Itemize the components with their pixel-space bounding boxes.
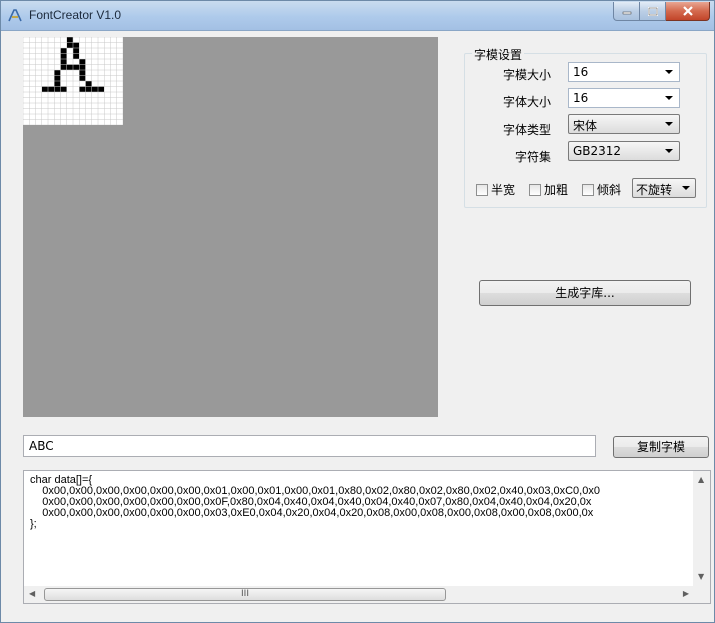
font-matrix-size-value: 16: [573, 65, 589, 79]
charset-label: 字符集: [514, 150, 551, 164]
title-bar[interactable]: FontCreator V1.0: [1, 1, 714, 31]
glyph-pixel: [54, 86, 61, 92]
code-line: 0x00,0x00,0x00,0x00,0x00,0x00,0x03,0xE0,…: [30, 507, 594, 519]
charset-select[interactable]: GB2312: [568, 141, 680, 161]
glyph-pixel: [60, 86, 67, 92]
checkbox-box[interactable]: [529, 183, 541, 196]
scrollbar-corner: [693, 586, 710, 603]
chevron-down-icon: [665, 96, 673, 100]
glyph-pixel: [73, 64, 80, 70]
checkbox-box[interactable]: [582, 183, 594, 196]
minimize-button[interactable]: [613, 2, 640, 21]
glyph-pixel: [79, 70, 86, 76]
chevron-down-icon: [665, 149, 673, 153]
app-logo-icon: [7, 7, 23, 23]
glyph-pixel: [48, 86, 55, 92]
half-width-label: 半宽: [491, 183, 516, 197]
italic-label: 倾斜: [597, 183, 622, 197]
glyph-pixel: [73, 48, 80, 54]
font-type-value: 宋体: [573, 119, 598, 133]
glyph-pixel-grid: [23, 37, 123, 125]
glyph-pixel: [54, 75, 61, 81]
scroll-up-icon[interactable]: ▲: [698, 475, 704, 484]
glyph-pixel: [73, 42, 80, 48]
vertical-scrollbar[interactable]: ▲ ▼: [693, 471, 710, 587]
font-size-select[interactable]: 16: [568, 88, 680, 108]
glyph-pixel: [66, 64, 73, 70]
half-width-checkbox[interactable]: 半宽: [476, 181, 515, 198]
font-settings-title: 字模设置: [472, 46, 525, 63]
italic-checkbox[interactable]: 倾斜: [582, 181, 621, 198]
window-title: FontCreator V1.0: [29, 8, 122, 22]
window-controls: [613, 2, 710, 21]
font-size-value: 16: [573, 91, 589, 105]
font-size-label: 字体大小: [502, 95, 551, 109]
scroll-right-icon[interactable]: ▶: [683, 589, 689, 598]
maximize-icon: [647, 6, 658, 16]
bold-checkbox[interactable]: 加粗: [529, 181, 568, 198]
glyph-pixel: [79, 59, 86, 65]
close-icon: [682, 6, 693, 16]
minimize-icon: [622, 11, 631, 15]
rotation-value: 不旋转: [636, 183, 673, 197]
glyph-pixel: [60, 64, 67, 70]
glyph-pixel: [66, 42, 73, 48]
glyph-pixel: [98, 86, 105, 92]
glyph-pixel: [91, 86, 98, 92]
font-matrix-size-select[interactable]: 16: [568, 62, 680, 82]
glyph-pixel: [54, 70, 61, 76]
glyph-pixel: [60, 53, 67, 59]
chevron-down-icon: [665, 122, 673, 126]
chevron-down-icon: [682, 186, 690, 190]
glyph-pixel: [60, 48, 67, 54]
glyph-pixel: [73, 53, 80, 59]
horizontal-scroll-thumb[interactable]: III: [44, 588, 446, 601]
glyph-pixel: [79, 75, 86, 81]
bold-label: 加粗: [544, 183, 569, 197]
close-button[interactable]: [666, 2, 710, 21]
glyph-pixel: [79, 64, 86, 70]
app-window: FontCreator V1.0 字模设置 字模大小 16 字体大小 16 字体…: [0, 0, 715, 623]
generate-font-library-button[interactable]: 生成字库...: [479, 280, 691, 306]
glyph-pixel: [54, 81, 61, 87]
rotation-select[interactable]: 不旋转: [632, 178, 696, 198]
glyph-pixel: [85, 81, 92, 87]
glyph-pixel: [79, 86, 86, 92]
font-type-label: 字体类型: [502, 123, 551, 137]
horizontal-scrollbar[interactable]: ◀ III ▶: [24, 586, 694, 603]
glyph-pixel: [41, 86, 48, 92]
chevron-down-icon: [665, 70, 673, 74]
charset-value: GB2312: [573, 144, 622, 158]
scroll-left-icon[interactable]: ◀: [29, 589, 35, 598]
code-line: };: [30, 518, 37, 530]
scroll-down-icon[interactable]: ▼: [698, 572, 704, 581]
glyph-code-output[interactable]: char data[]={ 0x00,0x00,0x00,0x00,0x00,0…: [23, 470, 711, 604]
font-type-select[interactable]: 宋体: [568, 114, 680, 134]
glyph-pixel: [85, 86, 92, 92]
preview-text-input[interactable]: ABC: [23, 435, 596, 457]
glyph-preview-canvas: [23, 37, 438, 417]
glyph-pixel: [60, 59, 67, 65]
copy-glyph-button[interactable]: 复制字模: [613, 436, 709, 458]
maximize-button[interactable]: [640, 2, 666, 21]
font-matrix-size-label: 字模大小: [502, 68, 551, 82]
glyph-pixel: [66, 37, 73, 43]
code-text: char data[]={ 0x00,0x00,0x00,0x00,0x00,0…: [30, 475, 682, 585]
checkbox-box[interactable]: [476, 183, 488, 196]
